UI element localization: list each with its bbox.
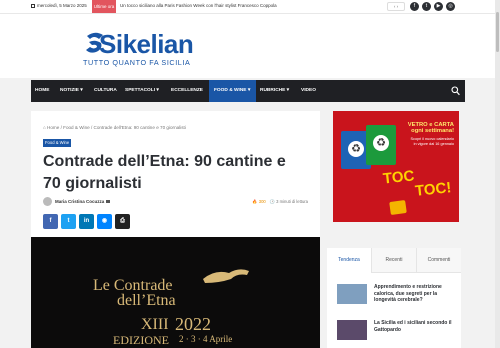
print-button[interactable]: ⎙ bbox=[115, 214, 130, 229]
tabs-widget: Tendenza Recenti Commenti Apprendimento … bbox=[327, 248, 461, 348]
news-ticker[interactable]: Un tocco siciliano alla Paris Fashion We… bbox=[120, 3, 277, 8]
nav-item-rubriche[interactable]: RUBRICHE ▾ bbox=[260, 80, 289, 102]
tab-tendenza[interactable]: Tendenza bbox=[327, 248, 371, 273]
widget-tabs: Tendenza Recenti Commenti bbox=[327, 248, 461, 273]
instagram-icon[interactable]: ◎ bbox=[446, 2, 455, 11]
post-title[interactable]: Apprendimento e restrizione calorica, du… bbox=[374, 284, 460, 304]
ad-toc-text-2: TOC! bbox=[414, 179, 453, 200]
hero-title-line2: dell’Etna bbox=[117, 292, 176, 309]
nav-item-home[interactable]: HOME bbox=[35, 80, 49, 102]
site-header: Sikelian TUTTO QUANTO FA SICILIA bbox=[0, 14, 500, 78]
page-scrollbar[interactable] bbox=[495, 0, 500, 348]
article-title: Contrade dell’Etna: 90 cantine e 70 gior… bbox=[43, 153, 286, 192]
hero-edition-label: EDIZIONE bbox=[113, 333, 169, 347]
ticker-arrows[interactable]: ‹ › bbox=[387, 2, 405, 11]
nav-item-spettacoli[interactable]: SPETTACOLI ▾ bbox=[125, 80, 159, 102]
recycle-bin-green: ♻ bbox=[366, 125, 396, 165]
recycle-icon: ♻ bbox=[348, 141, 364, 157]
share-facebook-button[interactable]: f bbox=[43, 214, 58, 229]
scrollbar-thumb[interactable] bbox=[496, 12, 499, 52]
breadcrumb[interactable]: ⌂ Home / Food & Wine / Contrade dell'Etn… bbox=[43, 125, 186, 130]
article-meta: 🔥 300 🕓 3 minuti di lettura bbox=[252, 199, 308, 205]
hero-edition-number: XIII bbox=[141, 316, 169, 333]
share-twitter-button[interactable]: t bbox=[61, 214, 76, 229]
ad-headline-2: ogni settimana! bbox=[411, 128, 454, 134]
views-count: 🔥 300 bbox=[252, 199, 266, 204]
tab-recenti[interactable]: Recenti bbox=[371, 248, 416, 273]
article-card: ⌂ Home / Food & Wine / Contrade dell'Etn… bbox=[31, 111, 320, 348]
share-linkedin-button[interactable]: in bbox=[79, 214, 94, 229]
ad-badge bbox=[389, 199, 407, 216]
breaking-news-label: Ultime ora bbox=[92, 0, 116, 13]
list-item[interactable]: La Sicilia ed i siciliani secondo il Gat… bbox=[337, 320, 460, 340]
logo-name: Sikelian bbox=[99, 29, 194, 59]
nav-item-video[interactable]: VIDEO bbox=[301, 80, 316, 102]
calendar-icon bbox=[31, 3, 35, 8]
ad-subtext-2: in vigore dal 16 gennaio bbox=[413, 142, 454, 146]
twitter-icon[interactable]: t bbox=[422, 2, 431, 11]
category-badge[interactable]: Food & Wine bbox=[43, 139, 72, 147]
hero-dates: 2 · 3 · 4 Aprile bbox=[179, 334, 233, 344]
hero-year: 2022 bbox=[175, 314, 211, 334]
nav-item-notizie[interactable]: NOTIZIE ▾ bbox=[60, 80, 83, 102]
post-thumbnail[interactable] bbox=[337, 320, 367, 340]
list-item[interactable]: Apprendimento e restrizione calorica, du… bbox=[337, 284, 460, 304]
nav-item-cultura[interactable]: CULTURA bbox=[94, 80, 117, 102]
recycle-icon: ♻ bbox=[373, 135, 389, 151]
main-nav: HOME NOTIZIE ▾ CULTURA SPETTACOLI ▾ ECCE… bbox=[31, 80, 465, 102]
top-bar: mercoledì, 5 Marzo 2025 Ultime ora Un to… bbox=[0, 0, 500, 14]
hand-illustration bbox=[203, 269, 249, 283]
youtube-icon[interactable]: ▶ bbox=[434, 2, 443, 11]
search-icon[interactable] bbox=[451, 86, 460, 96]
advertisement-banner[interactable]: ♻ ♻ VETRO e CARTA ogni settimana! Scopri… bbox=[333, 111, 459, 222]
read-time: 🕓 3 minuti di lettura bbox=[269, 199, 308, 204]
social-links: f t ▶ ◎ bbox=[410, 2, 455, 11]
facebook-icon[interactable]: f bbox=[410, 2, 419, 11]
share-buttons: f t in ◉ ⎙ bbox=[43, 214, 130, 229]
email-icon[interactable] bbox=[106, 200, 111, 203]
tab-commenti[interactable]: Commenti bbox=[416, 248, 461, 273]
date-text: mercoledì, 5 Marzo 2025 bbox=[37, 3, 87, 8]
logo-tagline: TUTTO QUANTO FA SICILIA bbox=[83, 58, 191, 67]
author-avatar[interactable] bbox=[43, 197, 52, 206]
date-display: mercoledì, 5 Marzo 2025 bbox=[31, 3, 87, 8]
nav-item-food-wine[interactable]: FOOD & WINE ▾ bbox=[209, 80, 256, 102]
share-messenger-button[interactable]: ◉ bbox=[97, 214, 112, 229]
author-name[interactable]: Maria Cristina Cocuzza bbox=[55, 199, 104, 204]
hero-image: Le Contrade dell’Etna XIII 2022 EDIZIONE… bbox=[31, 237, 320, 348]
post-thumbnail[interactable] bbox=[337, 284, 367, 304]
author-line: Maria Cristina Cocuzza bbox=[55, 199, 111, 204]
post-title[interactable]: La Sicilia ed i siciliani secondo il Gat… bbox=[374, 320, 460, 340]
ad-toc-text: TOC bbox=[382, 167, 416, 188]
nav-item-eccellenze[interactable]: ECCELLENZE bbox=[171, 80, 203, 102]
